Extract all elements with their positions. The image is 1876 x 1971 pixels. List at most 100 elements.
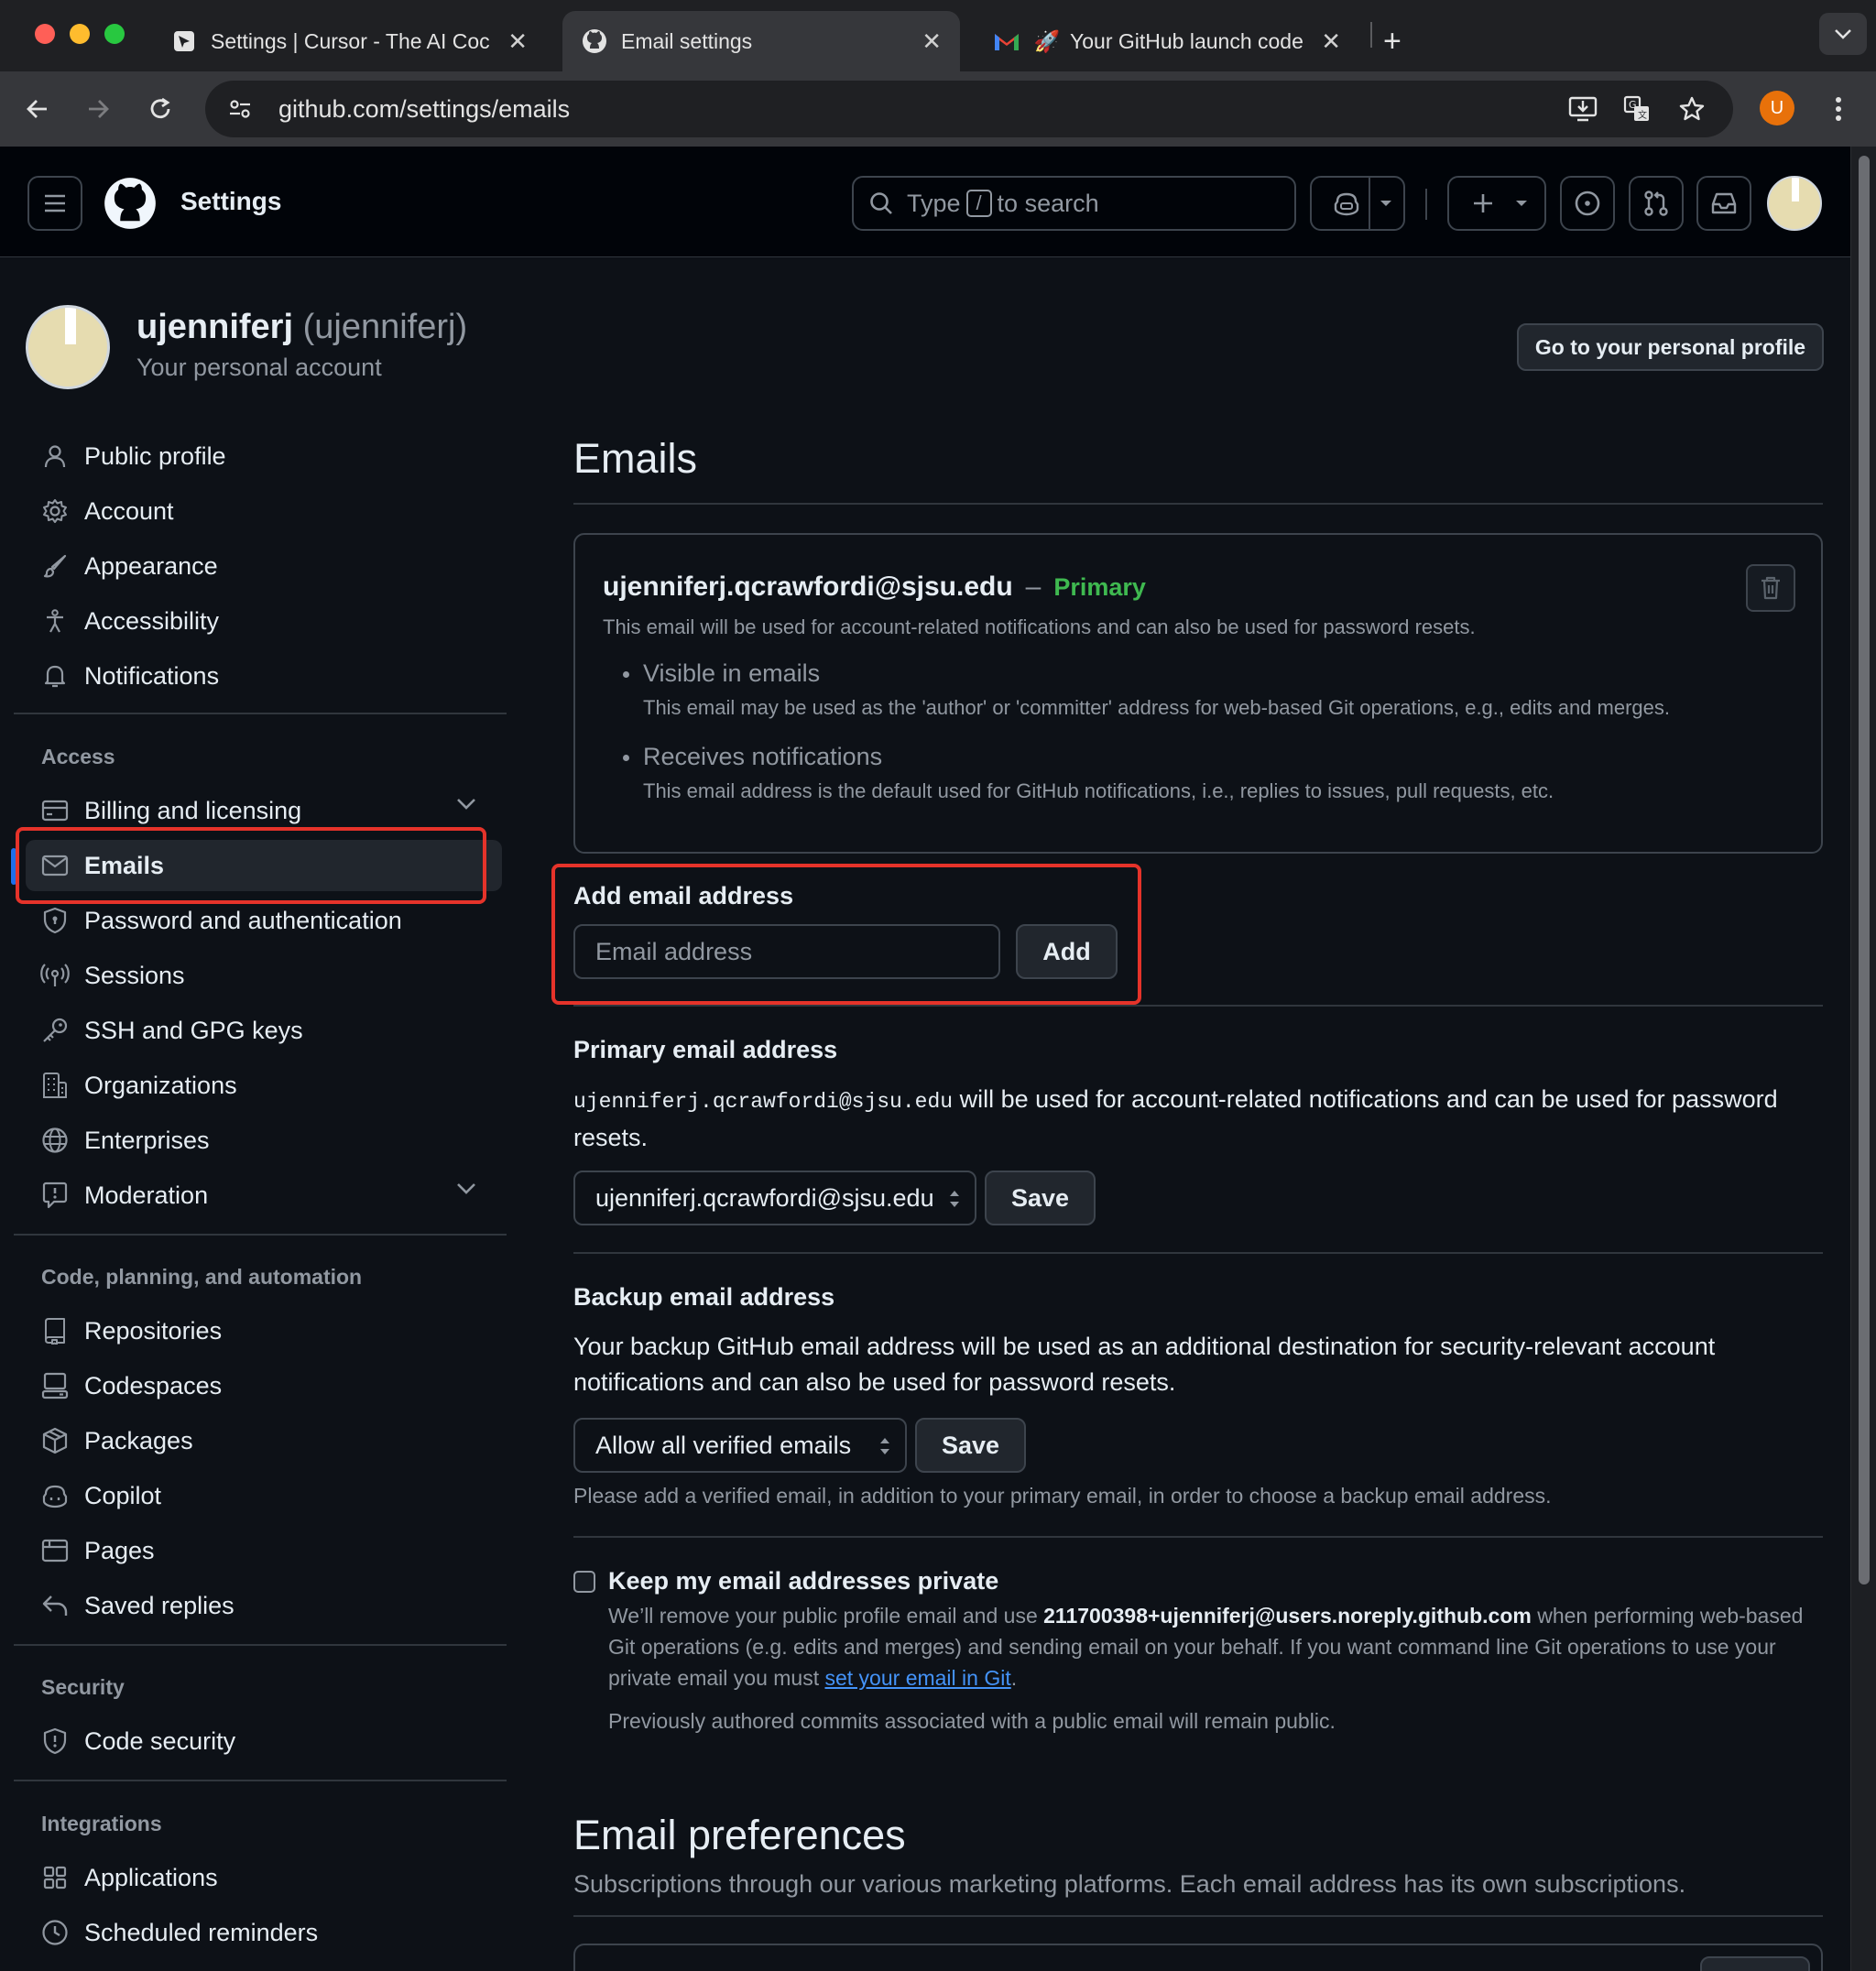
close-window-button[interactable]: [35, 24, 55, 44]
organization-icon: [38, 1069, 71, 1102]
site-info-icon[interactable]: [222, 91, 258, 127]
forward-button[interactable]: [77, 88, 119, 130]
add-email-button[interactable]: Add: [1016, 924, 1118, 979]
sidebar-item-label: Enterprises: [84, 1126, 210, 1154]
hamburger-menu-button[interactable]: [27, 176, 82, 231]
profile-username: ujenniferj: [136, 308, 294, 346]
primary-email-select[interactable]: ujenniferj.qcrawfordi@sjsu.edu: [573, 1171, 976, 1225]
keep-email-private-label[interactable]: Keep my email addresses private: [608, 1567, 998, 1595]
save-primary-email-button[interactable]: Save: [985, 1171, 1096, 1225]
credit-card-icon: [38, 794, 71, 827]
sidebar-item-label: Saved replies: [84, 1591, 234, 1619]
browser-tab-email-settings[interactable]: Email settings ✕: [562, 11, 960, 71]
browser-tab-gmail[interactable]: 🚀 Your GitHub launch code - ✕: [975, 11, 1359, 71]
sidebar-item-applications[interactable]: Applications: [26, 1852, 502, 1903]
bell-icon: [38, 659, 71, 692]
backup-email-select[interactable]: Allow all verified emails: [573, 1418, 907, 1473]
sidebar-item-copilot[interactable]: Copilot: [26, 1470, 502, 1521]
sidebar-item-enterprises[interactable]: Enterprises: [26, 1115, 502, 1166]
sidebar-divider: [14, 1644, 507, 1646]
sidebar-divider: [14, 1234, 507, 1236]
reply-icon: [38, 1589, 71, 1622]
plus-icon: +: [1383, 23, 1402, 59]
pull-requests-button[interactable]: [1629, 176, 1684, 231]
private-text-a: We’ll remove your public profile email a…: [608, 1604, 1038, 1628]
section-divider: [573, 1915, 1823, 1917]
sidebar-item-scheduled-reminders[interactable]: Scheduled reminders: [26, 1907, 502, 1958]
sidebar-item-accessibility[interactable]: Accessibility: [26, 595, 502, 647]
sidebar-item-account[interactable]: Account: [26, 485, 502, 537]
close-tab-icon[interactable]: ✕: [507, 27, 528, 56]
delete-email-button[interactable]: [1746, 564, 1795, 612]
address-bar[interactable]: github.com/settings/emails: [205, 81, 1733, 137]
package-icon: [38, 1424, 71, 1457]
save-backup-email-button[interactable]: Save: [915, 1418, 1026, 1473]
keep-email-private-checkbox[interactable]: [573, 1571, 595, 1593]
browser-tab-cursor[interactable]: Settings | Cursor - The AI Coc ✕: [152, 11, 546, 71]
sidebar-item-label: Sessions: [84, 961, 185, 989]
cursor-icon: [170, 27, 198, 55]
visible-in-emails-desc: This email may be used as the 'author' o…: [643, 696, 1671, 719]
sidebar-item-sessions[interactable]: Sessions: [26, 950, 502, 1001]
profile-subtitle: Your personal account: [136, 354, 382, 381]
sidebar-item-label: Notifications: [84, 661, 220, 690]
tab-search-button[interactable]: [1819, 13, 1867, 55]
sidebar-item-moderation[interactable]: Moderation: [26, 1170, 502, 1221]
sidebar-item-saved-replies[interactable]: Saved replies: [26, 1580, 502, 1631]
sidebar-item-ssh-gpg[interactable]: SSH and GPG keys: [26, 1005, 502, 1056]
email-address-input[interactable]: [573, 924, 1000, 979]
close-tab-icon[interactable]: ✕: [1321, 27, 1341, 56]
back-button[interactable]: [16, 88, 59, 130]
preferences-action-button[interactable]: [1700, 1956, 1810, 1971]
chevron-down-icon: [1835, 29, 1851, 39]
sidebar-item-organizations[interactable]: Organizations: [26, 1060, 502, 1111]
inbox-icon: [1711, 192, 1737, 214]
sidebar-item-pages[interactable]: Pages: [26, 1525, 502, 1576]
sidebar-item-notifications[interactable]: Notifications: [26, 650, 502, 702]
page-scrollbar[interactable]: [1850, 147, 1876, 1971]
reload-icon: [150, 97, 170, 119]
tab-separator: [1370, 22, 1372, 48]
browser-profile-avatar[interactable]: U: [1760, 91, 1794, 125]
sidebar-item-label: Moderation: [84, 1181, 209, 1209]
tab-title: Email settings: [621, 28, 753, 53]
kebab-menu-icon[interactable]: [1817, 88, 1860, 130]
public-commits-note: Previously authored commits associated w…: [608, 1709, 1336, 1733]
shield-icon: [38, 1725, 71, 1758]
visible-in-emails-title: Visible in emails: [622, 659, 821, 687]
sidebar-item-packages[interactable]: Packages: [26, 1415, 502, 1466]
email-preferences-card: [573, 1944, 1823, 1971]
create-new-button[interactable]: [1447, 176, 1546, 231]
tab-title: Your GitHub launch code -: [1070, 28, 1309, 53]
inbox-button[interactable]: [1696, 176, 1751, 231]
install-app-icon[interactable]: [1562, 88, 1604, 130]
copilot-menu-button[interactable]: [1310, 176, 1405, 231]
sidebar-item-code-security[interactable]: Code security: [26, 1715, 502, 1767]
plus-icon: [1474, 194, 1492, 212]
svg-text:G: G: [1629, 99, 1637, 111]
browser-icon: [38, 1534, 71, 1567]
copilot-icon: [1334, 192, 1359, 216]
bookmark-star-icon[interactable]: [1671, 88, 1713, 130]
sidebar-item-public-profile[interactable]: Public profile: [26, 430, 502, 482]
scrollbar-thumb[interactable]: [1859, 156, 1870, 1584]
reload-button[interactable]: [139, 88, 181, 130]
minimize-window-button[interactable]: [70, 24, 90, 44]
new-tab-button[interactable]: +: [1383, 11, 1420, 71]
translate-icon[interactable]: G文: [1616, 88, 1658, 130]
set-email-in-git-link[interactable]: set your email in Git: [824, 1666, 1010, 1690]
sidebar-group-integrations: Integrations: [41, 1812, 162, 1835]
profile-name: ujenniferj (ujenniferj): [136, 308, 467, 347]
search-input[interactable]: Type / to search: [852, 176, 1296, 231]
sidebar-item-codespaces[interactable]: Codespaces: [26, 1360, 502, 1411]
zoom-window-button[interactable]: [104, 24, 125, 44]
user-avatar[interactable]: [1767, 176, 1822, 231]
private-text-c: .: [1010, 1666, 1018, 1690]
go-to-profile-button[interactable]: Go to your personal profile: [1517, 323, 1824, 371]
close-tab-icon[interactable]: ✕: [922, 27, 942, 56]
sidebar-item-repositories[interactable]: Repositories: [26, 1305, 502, 1356]
sidebar-item-label: Copilot: [84, 1481, 162, 1509]
github-logo-icon[interactable]: [103, 176, 158, 231]
sidebar-item-appearance[interactable]: Appearance: [26, 540, 502, 592]
issues-button[interactable]: [1560, 176, 1615, 231]
